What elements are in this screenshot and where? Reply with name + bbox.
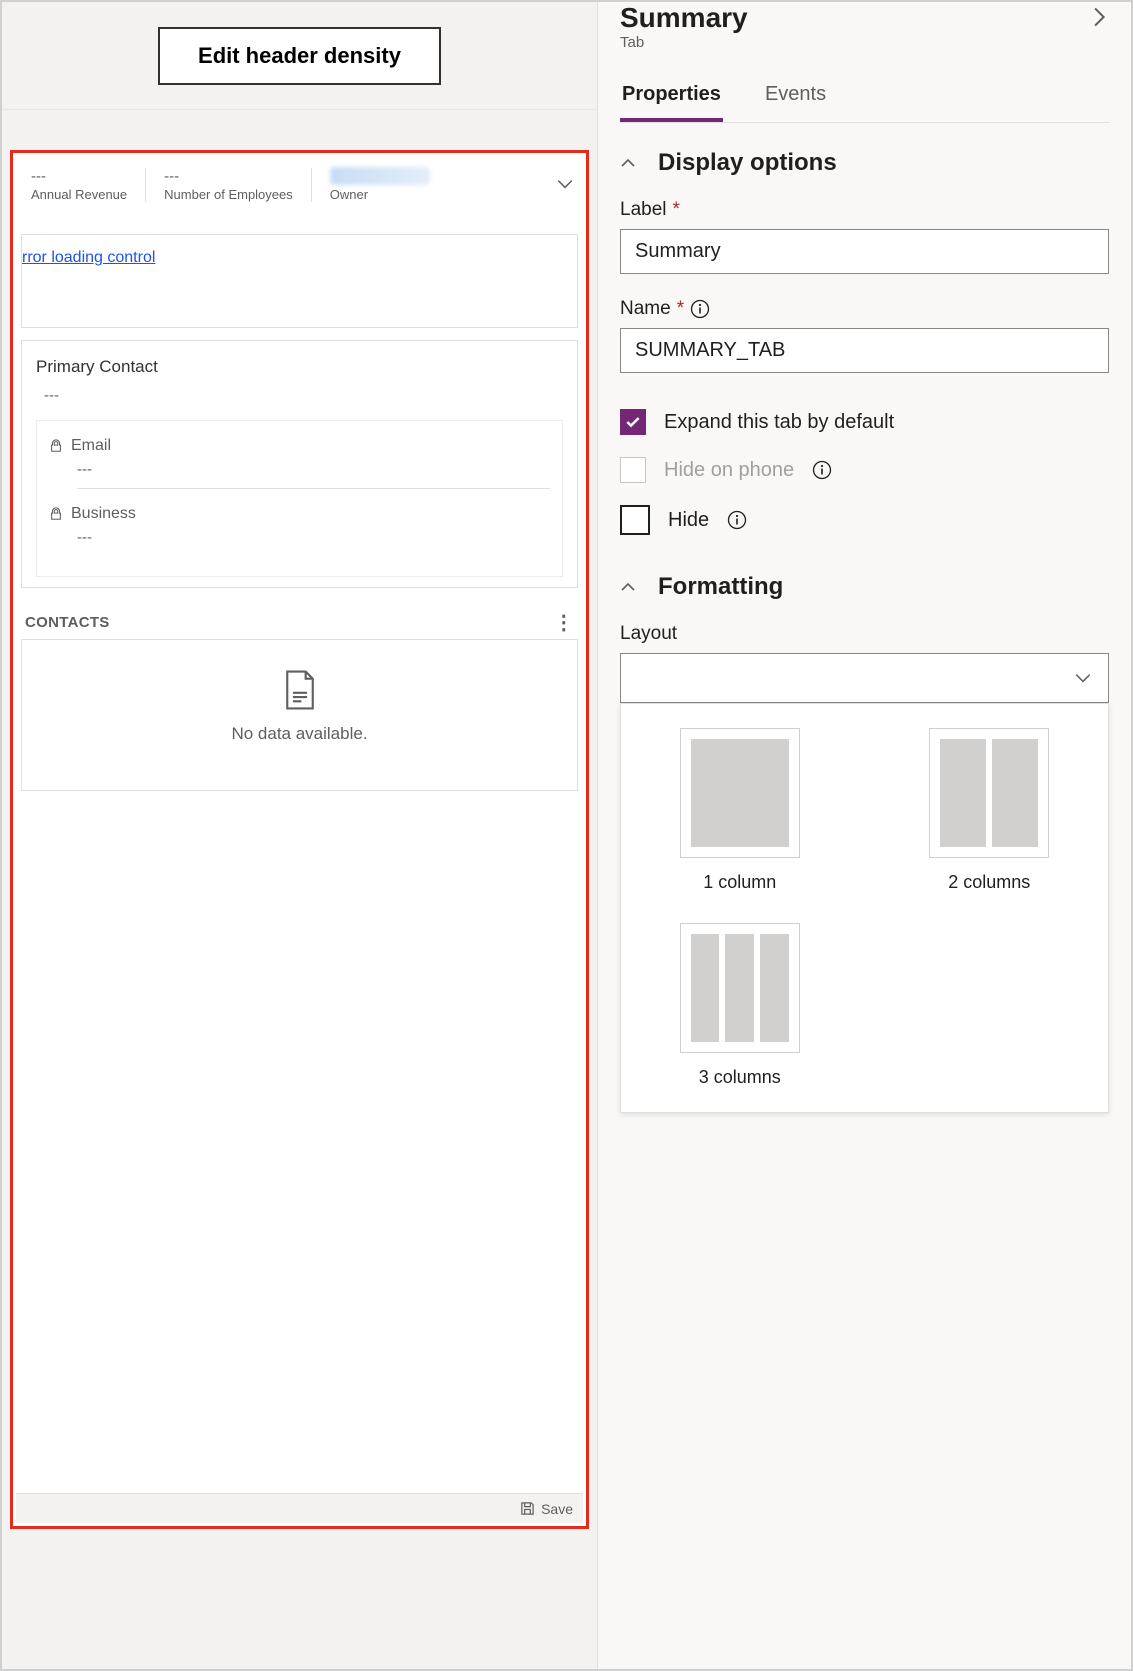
hide-checkbox-row[interactable]: Hide [620, 505, 1109, 535]
header-label: Annual Revenue [31, 187, 127, 202]
contacts-empty-state: No data available. [21, 639, 578, 791]
form-header: --- Annual Revenue --- Number of Employe… [13, 153, 586, 222]
layout-option-label: 1 column [703, 872, 776, 893]
section-header-display[interactable]: Display options [620, 149, 1109, 177]
layout-select[interactable] [620, 653, 1109, 703]
header-value: --- [164, 168, 293, 185]
layout-option-label: 3 columns [699, 1067, 781, 1088]
layout-thumb-1 [680, 728, 800, 858]
layout-label: Layout [620, 623, 1109, 645]
save-label[interactable]: Save [541, 1501, 573, 1517]
tab-properties[interactable]: Properties [620, 75, 723, 122]
lock-icon [49, 439, 63, 453]
expand-checkbox-row[interactable]: Expand this tab by default [620, 409, 1109, 435]
business-value: --- [77, 529, 550, 556]
email-label: Email [71, 437, 111, 455]
save-bar: Save [16, 1493, 583, 1523]
email-value: --- [77, 461, 550, 489]
layout-thumb-2 [929, 728, 1049, 858]
lock-icon [49, 507, 63, 521]
document-icon [283, 670, 317, 710]
layout-thumb-3 [680, 923, 800, 1053]
info-icon[interactable] [690, 299, 710, 319]
section-title: Formatting [658, 573, 783, 601]
primary-contact-card[interactable]: Primary Contact --- Email --- Business -… [21, 340, 578, 588]
layout-option-2col[interactable]: 2 columns [895, 728, 1085, 893]
chevron-up-icon [620, 578, 636, 596]
more-vertical-icon[interactable]: ⋮ [554, 610, 574, 635]
primary-contact-title: Primary Contact [36, 357, 563, 377]
panel-title: Summary [620, 2, 748, 34]
primary-contact-value: --- [44, 387, 563, 404]
header-label: Owner [330, 187, 430, 202]
info-icon[interactable] [727, 510, 747, 530]
checkbox-checked-icon[interactable] [620, 409, 646, 435]
checkbox-unchecked-icon [620, 457, 646, 483]
layout-option-1col[interactable]: 1 column [645, 728, 835, 893]
hide-phone-label: Hide on phone [664, 459, 794, 482]
layout-option-3col[interactable]: 3 columns [645, 923, 835, 1088]
panel-tabs: Properties Events [620, 75, 1109, 123]
owner-redacted [330, 167, 430, 185]
contacts-title: CONTACTS [25, 614, 110, 631]
form-designer-pane: Edit header density --- Annual Revenue -… [2, 2, 597, 1669]
business-field-row[interactable]: Business [49, 499, 550, 523]
name-field-label: Name* [620, 298, 1109, 320]
checkbox-unchecked-icon[interactable] [620, 505, 650, 535]
email-field-row[interactable]: Email [49, 431, 550, 455]
error-card[interactable]: rror loading control [21, 234, 578, 328]
info-icon[interactable] [812, 460, 832, 480]
section-title: Display options [658, 149, 837, 177]
chevron-down-icon[interactable] [556, 175, 574, 193]
panel-subtitle: Tab [620, 34, 748, 51]
expand-label: Expand this tab by default [664, 411, 894, 434]
header-field-owner[interactable]: Owner [312, 167, 448, 202]
header-field-employees[interactable]: --- Number of Employees [146, 168, 312, 202]
form-preview-highlight[interactable]: --- Annual Revenue --- Number of Employe… [10, 150, 589, 1529]
properties-panel: Summary Tab Properties Events Display op… [597, 2, 1131, 1669]
layout-dropdown: 1 column 2 columns 3 columns [620, 703, 1109, 1113]
header-field-revenue[interactable]: --- Annual Revenue [13, 168, 146, 202]
hide-label: Hide [668, 509, 709, 532]
chevron-down-icon [1074, 669, 1092, 687]
formatting-section: Formatting Layout 1 column 2 columns 3 c… [598, 563, 1131, 1119]
business-label: Business [71, 505, 136, 523]
quick-view-box: Email --- Business --- [36, 420, 563, 577]
header-button-area: Edit header density [2, 2, 597, 110]
empty-text: No data available. [22, 724, 577, 744]
label-input[interactable] [620, 229, 1109, 274]
display-options-section: Display options Label* Name* Expand this… [598, 123, 1131, 563]
tab-events[interactable]: Events [763, 75, 828, 122]
header-label: Number of Employees [164, 187, 293, 202]
chevron-up-icon [620, 154, 636, 172]
chevron-right-icon[interactable] [1091, 0, 1109, 31]
error-loading-link[interactable]: rror loading control [22, 249, 155, 266]
header-value: --- [31, 168, 127, 185]
label-field-label: Label* [620, 199, 1109, 221]
save-icon[interactable] [520, 1501, 535, 1516]
edit-header-density-button[interactable]: Edit header density [158, 27, 441, 85]
layout-option-label: 2 columns [948, 872, 1030, 893]
contacts-section[interactable]: CONTACTS ⋮ No data available. [21, 606, 578, 791]
section-header-formatting[interactable]: Formatting [620, 573, 1109, 601]
name-input[interactable] [620, 328, 1109, 373]
hide-phone-checkbox-row: Hide on phone [620, 457, 1109, 483]
